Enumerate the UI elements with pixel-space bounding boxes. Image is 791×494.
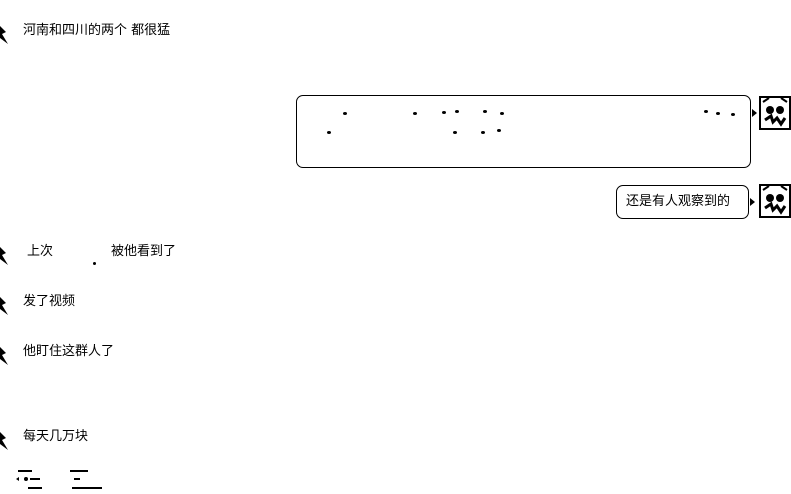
self-avatar[interactable]	[759, 96, 791, 130]
right-message: 还是有人观察到的	[616, 184, 791, 220]
left-message: 河南和四川的两个 都很猛	[0, 22, 300, 46]
image-noise	[455, 110, 459, 113]
chat-window: 河南和四川的两个 都很猛 还是有人观察到的 上次 被他看到了 发了视频 他盯住这…	[0, 0, 791, 491]
message-text: 每天几万块	[23, 429, 89, 444]
message-text: 河南和四川的两个 都很猛	[23, 23, 171, 38]
image-noise	[442, 111, 446, 114]
bubble-tail	[752, 109, 757, 117]
text-bubble[interactable]: 还是有人观察到的	[616, 185, 749, 219]
image-noise	[343, 112, 347, 115]
cropped-message-preview	[14, 468, 104, 490]
left-message: 上次 被他看到了	[0, 243, 300, 267]
image-noise	[500, 112, 504, 115]
image-noise	[481, 131, 485, 134]
image-noise	[704, 110, 708, 113]
contact-avatar[interactable]	[0, 428, 10, 452]
contact-avatar[interactable]	[0, 293, 10, 317]
image-noise	[413, 112, 417, 115]
image-noise	[483, 110, 487, 113]
image-noise	[327, 131, 331, 134]
message-text: 上次 被他看到了	[27, 243, 177, 265]
self-avatar[interactable]	[759, 184, 791, 218]
left-message: 每天几万块	[0, 428, 300, 452]
right-message	[296, 95, 791, 170]
message-text: 他盯住这群人了	[23, 344, 115, 359]
message-text-part: 上次	[27, 244, 54, 259]
left-message: 他盯住这群人了	[0, 343, 300, 367]
bubble-tail	[750, 198, 755, 206]
left-message: 发了视频	[0, 293, 300, 317]
image-noise	[731, 113, 735, 116]
image-bubble[interactable]	[296, 95, 751, 168]
message-text: 发了视频	[23, 294, 76, 309]
contact-avatar[interactable]	[0, 343, 10, 367]
image-noise	[497, 129, 501, 132]
message-text-part: 被他看到了	[111, 244, 177, 259]
message-text: 还是有人观察到的	[626, 194, 731, 209]
contact-avatar[interactable]	[0, 243, 10, 267]
contact-avatar[interactable]	[0, 22, 10, 46]
image-noise	[716, 112, 720, 115]
image-noise	[453, 131, 457, 134]
